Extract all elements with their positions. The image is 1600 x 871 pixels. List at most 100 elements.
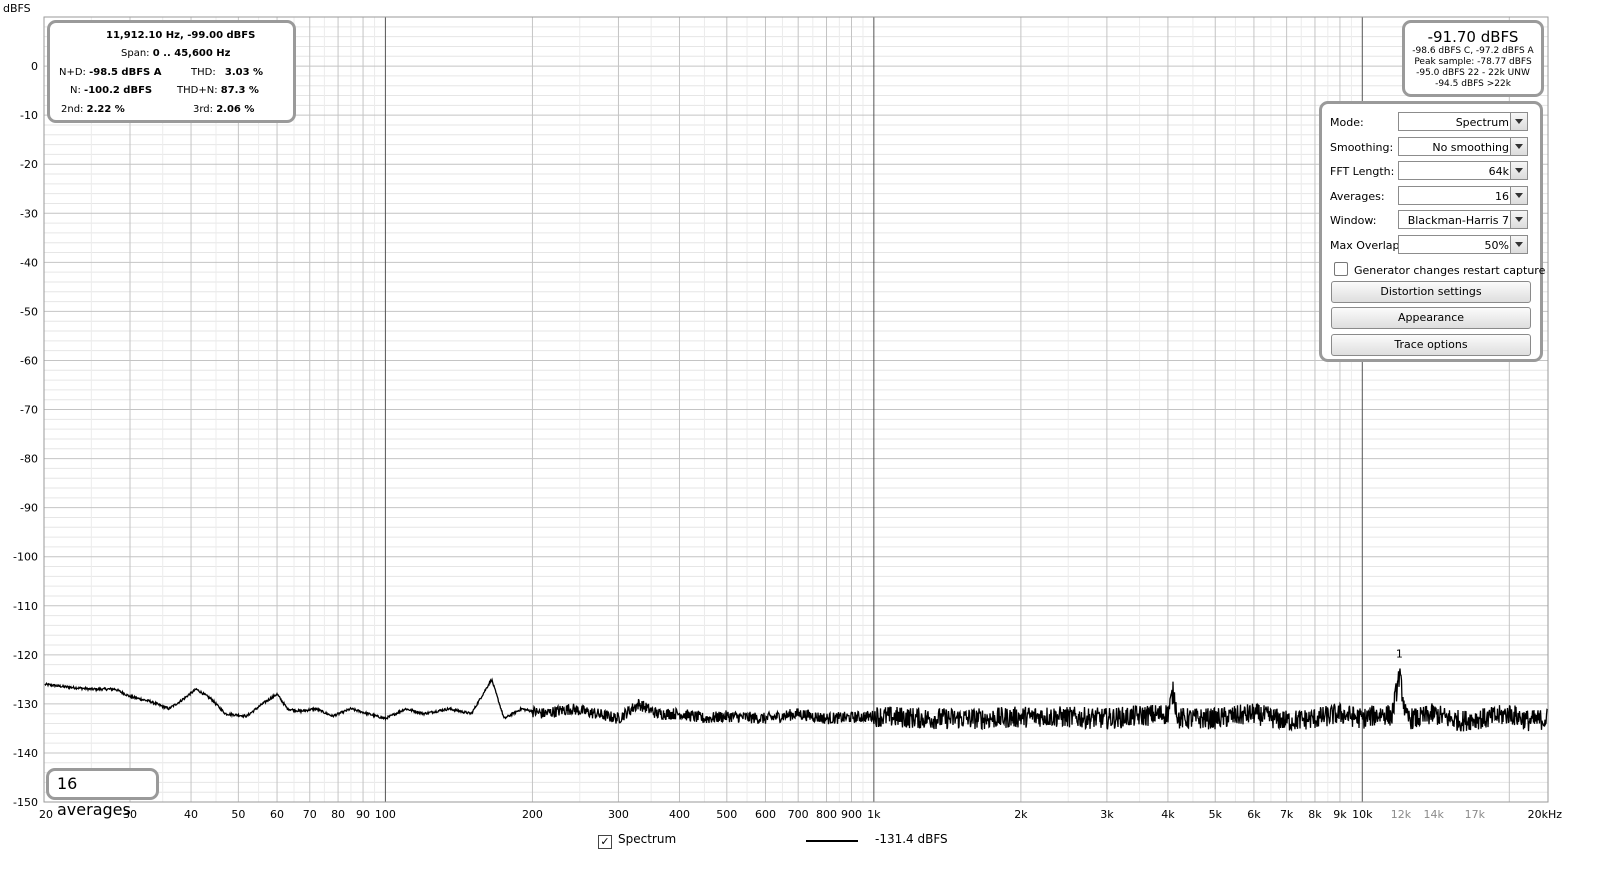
averages-badge: 16 averages [46,768,159,819]
mode-row: Mode: Spectrum [1330,112,1536,132]
x-tick-label: 600 [755,808,776,821]
y-tick-label: -60 [20,354,38,367]
y-tick-label: -100 [13,551,38,564]
max-overlap-select[interactable]: 50% [1398,235,1528,254]
n-label: N: [70,85,81,96]
x-tick-label: 400 [669,808,690,821]
window-row: Window: Blackman-Harris 7 [1330,210,1536,230]
averages-select[interactable]: 16 [1398,186,1528,205]
x-tick-label: 700 [788,808,809,821]
y-tick-label: -70 [20,404,38,417]
x-tick-label: 3k [1100,808,1114,821]
x-tick-label: 40 [184,808,198,821]
smoothing-value: No smoothing [1432,141,1509,154]
x-tick-label: 9k [1333,808,1347,821]
x-tick-label: 90 [356,808,370,821]
nd-value: -98.5 dBFS A [89,67,162,78]
y-tick-label: -30 [20,207,38,220]
x-tick-label: 14k [1423,808,1444,821]
legend-spectrum[interactable]: ✓ Spectrum [598,832,676,849]
level-readout-panel: -91.70 dBFS -98.6 dBFS C, -97.2 dBFS A P… [1402,20,1544,97]
chevron-down-icon[interactable] [1510,211,1527,228]
x-tick-label: 6k [1247,808,1261,821]
chevron-down-icon[interactable] [1510,236,1527,253]
fft-length-select[interactable]: 64k [1398,161,1528,180]
third-harmonic-value: 2.06 % [216,104,255,115]
x-tick-label: 800 [816,808,837,821]
x-tick-label: 20 [39,808,53,821]
fft-length-label: FFT Length: [1330,165,1395,178]
generator-restart-checkbox[interactable] [1334,262,1348,276]
x-tick-label: 1k [867,808,881,821]
averages-label: Averages: [1330,190,1385,203]
chevron-down-icon[interactable] [1510,138,1527,155]
weighted-level: -98.6 dBFS C, -97.2 dBFS A [1412,46,1534,56]
appearance-button[interactable]: Appearance [1331,307,1531,329]
spectrum-visible-checkbox[interactable]: ✓ [598,835,612,849]
span-label: Span: [121,48,150,59]
mode-select[interactable]: Spectrum [1398,112,1528,131]
x-tick-label: 12k [1391,808,1412,821]
x-tick-label: 200 [522,808,543,821]
window-select[interactable]: Blackman-Harris 7 [1398,210,1528,229]
x-tick-label: 500 [716,808,737,821]
cursor-readout: 11,912.10 Hz, -99.00 dBFS [106,30,256,41]
analyzer-controls-panel: Mode: Spectrum Smoothing: No smoothing F… [1319,101,1545,362]
second-harmonic-value: 2.22 % [86,104,125,115]
x-tick-label: 5k [1209,808,1223,821]
span-value: 0 .. 45,600 Hz [152,48,231,59]
thdn-value: 87.3 % [220,85,259,96]
legend-spectrum-label: Spectrum [618,832,677,846]
distortion-settings-button[interactable]: Distortion settings [1331,281,1531,303]
y-tick-label: -20 [20,158,38,171]
y-tick-label: -80 [20,453,38,466]
y-tick-label: -90 [20,502,38,515]
x-tick-label: 8k [1308,808,1322,821]
y-tick-label: -110 [13,600,38,613]
thdn-label: THD+N: [177,85,218,96]
peak-sample: Peak sample: -78.77 dBFS [1414,57,1532,67]
chevron-down-icon[interactable] [1510,113,1527,130]
x-tick-label: 7k [1280,808,1294,821]
y-tick-label: -140 [13,747,38,760]
measurement-info-panel: 11,912.10 Hz, -99.00 dBFS Span: 0 .. 45,… [47,20,296,123]
generator-restart-label: Generator changes restart capture [1354,264,1546,277]
x-tick-label: 60 [270,808,284,821]
chevron-down-icon[interactable] [1510,187,1527,204]
above-22k-level: -94.5 dBFS >22k [1435,79,1511,89]
y-tick-label: -50 [20,305,38,318]
window-label: Window: [1330,214,1377,227]
x-tick-label: 70 [303,808,317,821]
y-tick-label: -150 [13,796,38,809]
y-tick-label: -40 [20,256,38,269]
x-tick-label: 4k [1161,808,1175,821]
x-tick-label: 17k [1465,808,1486,821]
smoothing-select[interactable]: No smoothing [1398,137,1528,156]
legend-level-value: -131.4 dBFS [875,832,948,846]
fft-length-value: 64k [1488,165,1509,178]
y-tick-label: -130 [13,698,38,711]
max-overlap-label: Max Overlap: [1330,239,1404,252]
averages-row: Averages: 16 [1330,186,1536,206]
x-tick-label: 900 [841,808,862,821]
trace-options-button[interactable]: Trace options [1331,334,1531,356]
x-tick-label: 10k [1352,808,1373,821]
n-value: -100.2 dBFS [84,85,153,96]
chevron-down-icon[interactable] [1510,162,1527,179]
x-axis-ticks: 2030405060708090100200300400500600700800… [39,808,1562,821]
generator-restart-option[interactable]: Generator changes restart capture [1334,262,1545,277]
max-overlap-row: Max Overlap: 50% [1330,235,1536,255]
thd-label: THD: [191,67,216,78]
x-tick-label: 2k [1014,808,1028,821]
x-tick-label: 100 [375,808,396,821]
mode-value: Spectrum [1455,116,1509,129]
unweighted-level: -95.0 dBFS 22 - 22k UNW [1416,68,1530,78]
rms-level: -91.70 dBFS [1427,28,1519,46]
y-tick-label: -120 [13,649,38,662]
smoothing-label: Smoothing: [1330,141,1394,154]
third-harmonic-label: 3rd: [193,104,214,115]
window-value: Blackman-Harris 7 [1407,214,1509,227]
y-axis-label: dBFS [3,2,31,15]
x-tick-label: 300 [608,808,629,821]
y-tick-label: 0 [31,60,38,73]
